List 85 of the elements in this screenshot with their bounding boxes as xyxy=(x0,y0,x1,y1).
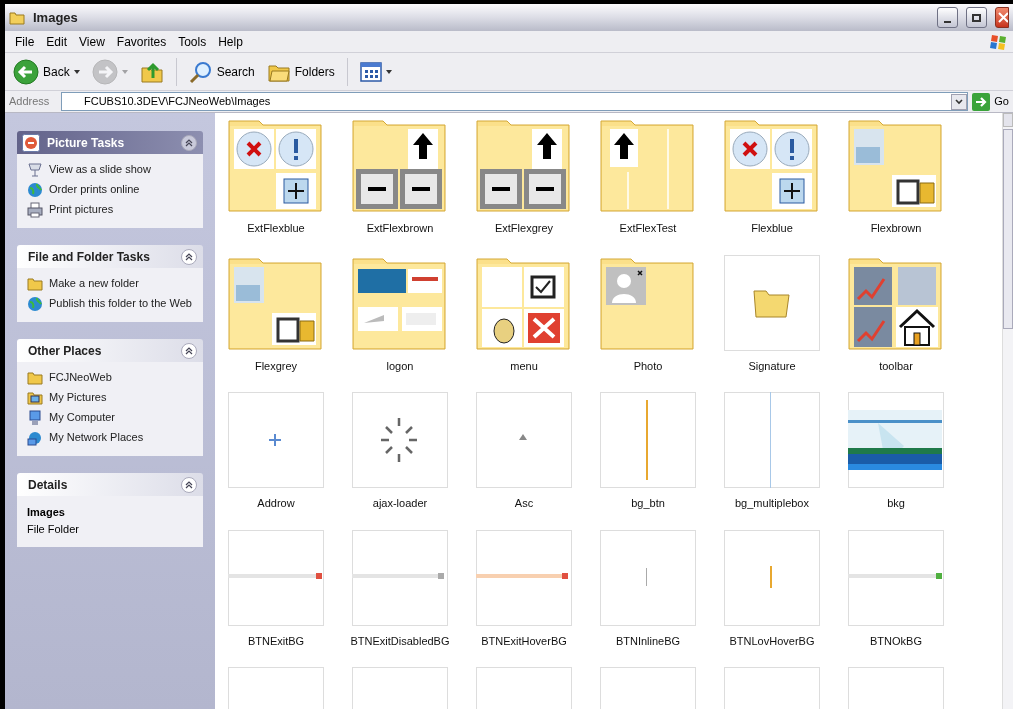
panel-title: Details xyxy=(28,476,68,494)
printer-icon xyxy=(27,202,43,218)
panel-title: Picture Tasks xyxy=(47,134,125,152)
globe-icon xyxy=(27,296,43,312)
address-field[interactable]: FCUBS10.3DEV\FCJNeoWeb\Images xyxy=(61,92,969,111)
dropdown-button[interactable] xyxy=(951,93,968,110)
thumbnail-label[interactable]: Signature xyxy=(748,357,796,374)
thumbnail-label[interactable]: ExtFlexbrown xyxy=(366,220,434,237)
slideshow-icon xyxy=(27,162,43,178)
thumbnail-label[interactable]: Flexgrey xyxy=(254,357,298,374)
window-title: Images xyxy=(33,8,78,27)
menu-bar-entry[interactable]: Favorites xyxy=(110,32,173,51)
menu-bar-entry[interactable]: Edit xyxy=(40,32,74,51)
close-button[interactable] xyxy=(995,7,1009,28)
caret-icon xyxy=(955,98,964,105)
collapse-icon xyxy=(181,248,197,265)
caret-icon xyxy=(385,69,392,74)
thumbnail-label[interactable]: logon xyxy=(386,357,414,374)
thumbnail-label[interactable]: toolbar xyxy=(879,357,913,374)
thumbnail-label[interactable]: BTNOkBG xyxy=(870,632,922,649)
task-link[interactable]: View as a slide show xyxy=(49,162,151,176)
computer-icon xyxy=(27,410,43,426)
menu-bar-entry[interactable]: Tools xyxy=(172,32,213,51)
caret-icon xyxy=(121,69,128,74)
pictures-folder-icon xyxy=(27,390,43,406)
folders-button[interactable]: Folders xyxy=(262,55,339,88)
task-link[interactable]: Order prints online xyxy=(49,182,140,196)
thumbnail-label[interactable]: Asc xyxy=(514,495,534,512)
thumbnail-label[interactable]: bg_btn xyxy=(631,495,665,512)
thumbnail-label[interactable]: ExtFlexblue xyxy=(247,220,305,237)
thumbnail-label[interactable]: BTNLovHoverBG xyxy=(729,632,815,649)
task-link[interactable]: FCJNeoWeb xyxy=(49,370,112,384)
go-button[interactable]: Go xyxy=(972,92,1013,111)
restore-button[interactable] xyxy=(966,7,987,28)
search-button[interactable]: Search xyxy=(184,55,259,88)
thumbnail-label[interactable]: menu xyxy=(510,357,538,374)
panel-title: Other Places xyxy=(28,342,102,360)
panel-header[interactable]: Details xyxy=(17,473,203,496)
thumbnail-label[interactable]: BTNExitDisabledBG xyxy=(350,632,450,649)
folder-icon xyxy=(27,276,43,292)
thumbnail-label[interactable]: Flexblue xyxy=(751,220,793,237)
thumbnail-label[interactable]: Addrow xyxy=(257,495,295,512)
detail-name: Images xyxy=(27,505,66,520)
globe-icon xyxy=(27,182,43,198)
search-icon xyxy=(188,59,213,84)
pictures-icon xyxy=(21,132,41,153)
caret-icon xyxy=(73,69,80,74)
thumbnail-label[interactable]: BTNInlineBG xyxy=(615,632,681,649)
thumbnail-label[interactable]: bkg xyxy=(887,495,905,512)
thumbnail-label[interactable]: Photo xyxy=(633,357,663,374)
task-link[interactable]: Publish this folder to the Web xyxy=(49,296,192,310)
windows-logo-icon xyxy=(989,32,1009,51)
task-link[interactable]: My Computer xyxy=(49,410,116,424)
task-link[interactable]: My Network Places xyxy=(49,430,144,444)
address-label: Address xyxy=(9,94,51,110)
network-icon xyxy=(27,430,43,446)
thumbnail-label[interactable]: ajax-loader xyxy=(372,495,428,512)
panel-header[interactable]: Other Places xyxy=(17,339,203,362)
menu-bar-entry[interactable]: File xyxy=(9,32,41,51)
thumbnail-label[interactable]: ExtFlexgrey xyxy=(494,220,554,237)
scrollbar[interactable] xyxy=(1002,113,1013,709)
panel-title: File and Folder Tasks xyxy=(28,248,150,266)
collapse-icon xyxy=(181,342,197,359)
thumbnail-label[interactable]: BTNExitBG xyxy=(247,632,305,649)
thumbnail-label[interactable]: ExtFlexTest xyxy=(619,220,677,237)
panel-header[interactable]: File and Folder Tasks xyxy=(17,245,203,268)
task-link[interactable]: My Pictures xyxy=(49,390,107,404)
forward-icon xyxy=(91,58,118,85)
thumbnail-label[interactable]: bg_multiplebox xyxy=(735,495,809,512)
menu-bar-entry[interactable]: Help xyxy=(212,32,249,51)
collapse-icon xyxy=(181,134,197,151)
folder-icon xyxy=(9,10,25,25)
menu-bar-entry[interactable]: View xyxy=(73,32,111,51)
folder-icon xyxy=(27,370,43,386)
panel-header[interactable]: Picture Tasks xyxy=(17,131,203,154)
back-button[interactable]: Back xyxy=(9,55,84,88)
collapse-icon xyxy=(181,476,197,493)
detail-type: File Folder xyxy=(27,521,80,537)
thumbnail-label[interactable]: Flexbrown xyxy=(870,220,922,237)
task-link[interactable]: Print pictures xyxy=(49,202,114,216)
thumbnail-label[interactable]: BTNExitHoverBG xyxy=(481,632,567,649)
task-link[interactable]: Make a new folder xyxy=(49,276,139,290)
back-icon xyxy=(13,58,39,85)
minimize-button[interactable] xyxy=(937,7,958,28)
views-icon xyxy=(359,60,382,83)
